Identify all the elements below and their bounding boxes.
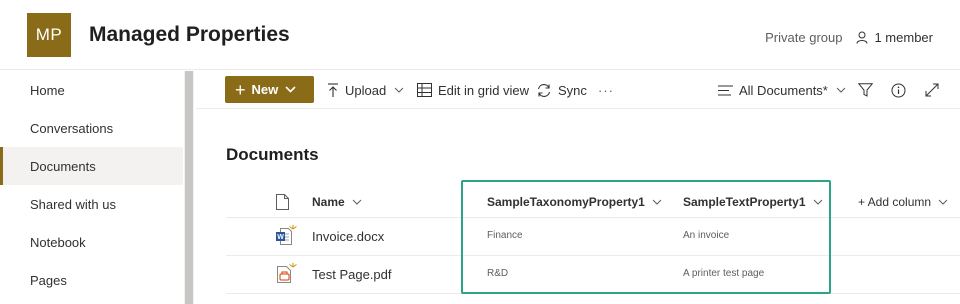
site-header: MP Managed Properties Private group 1 me… <box>0 0 960 70</box>
info-icon <box>891 83 905 97</box>
members-button[interactable]: 1 member <box>856 30 933 45</box>
chevron-down-icon <box>352 199 362 205</box>
upload-icon <box>328 82 338 97</box>
expand-button[interactable] <box>922 80 942 100</box>
document-icon <box>276 194 289 210</box>
chevron-down-icon <box>938 199 948 205</box>
name-column-header[interactable]: Name <box>312 187 362 217</box>
chevron-down-icon <box>394 87 404 93</box>
privacy-label: Private group <box>765 30 843 45</box>
nav-item-label: Conversations <box>30 120 114 136</box>
more-icon: ··· <box>598 82 614 98</box>
nav-item-conversations[interactable]: Conversations <box>0 109 183 147</box>
header-info: Private group 1 member <box>765 30 933 45</box>
more-options-button[interactable]: ··· <box>598 79 614 101</box>
new-item-icon <box>289 225 297 230</box>
nav-item-notebook[interactable]: Notebook <box>0 223 183 261</box>
add-column-button[interactable]: + Add column <box>858 187 948 217</box>
info-button[interactable] <box>888 80 908 100</box>
grid-icon <box>417 83 432 97</box>
sync-button[interactable]: Sync <box>536 79 587 101</box>
nav-item-documents[interactable]: Documents <box>0 147 183 185</box>
file-name-link[interactable]: Invoice.docx <box>312 229 384 244</box>
add-column-label: + Add column <box>858 195 932 209</box>
file-type-column-header[interactable] <box>276 187 289 217</box>
edit-grid-view-button[interactable]: Edit in grid view <box>417 79 529 101</box>
file-name-link[interactable]: Test Page.pdf <box>312 267 392 282</box>
view-selector-label: All Documents* <box>739 82 828 98</box>
new-item-icon <box>289 263 297 268</box>
nav-item-home[interactable]: Home <box>0 71 183 109</box>
nav-item-pages[interactable]: Pages <box>0 261 183 299</box>
svg-text:W: W <box>277 234 284 241</box>
nav-item-label: Pages <box>30 272 67 288</box>
chevron-down-icon <box>285 86 296 93</box>
nav-scrollbar-thumb[interactable] <box>185 71 193 304</box>
filter-icon <box>857 83 873 97</box>
nav-item-label: Home <box>30 82 65 98</box>
site-logo[interactable]: MP <box>27 13 71 57</box>
upload-button[interactable]: Upload <box>327 79 410 101</box>
plus-icon: + <box>235 79 246 100</box>
nav-item-label: Documents <box>30 158 96 174</box>
view-selector[interactable]: All Documents* <box>718 79 852 101</box>
upload-label: Upload <box>345 82 387 98</box>
filter-button[interactable] <box>855 80 875 100</box>
new-button-label: New <box>251 82 279 97</box>
name-column-label: Name <box>312 195 345 209</box>
library-title: Documents <box>226 145 319 164</box>
sync-icon <box>537 83 551 97</box>
expand-icon <box>925 83 939 97</box>
nav-item-label: Notebook <box>30 234 86 250</box>
left-navigation: Home Conversations Documents Shared with… <box>0 71 183 304</box>
edit-grid-label: Edit in grid view <box>438 82 530 98</box>
chevron-down-icon <box>836 87 846 93</box>
new-button[interactable]: + New <box>225 76 314 103</box>
command-bar: + New Upload Edit in grid view Sync ··· <box>196 71 960 109</box>
nav-item-shared-with-us[interactable]: Shared with us <box>0 185 183 223</box>
site-title[interactable]: Managed Properties <box>89 23 290 47</box>
highlight-box <box>461 180 831 294</box>
nav-item-label: Shared with us <box>30 196 116 212</box>
sync-label: Sync <box>558 82 587 98</box>
members-label: 1 member <box>874 30 933 45</box>
person-icon <box>856 31 868 44</box>
view-list-icon <box>718 85 733 95</box>
